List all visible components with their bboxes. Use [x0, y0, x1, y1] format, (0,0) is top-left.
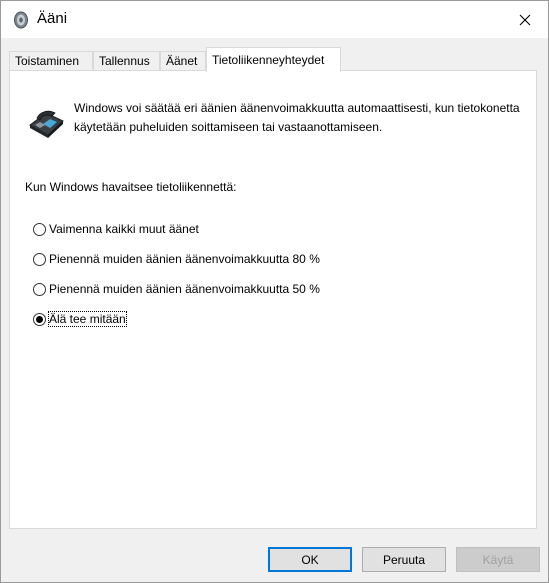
- tab-recording[interactable]: Tallennus: [93, 51, 160, 70]
- option-do-nothing[interactable]: Älä tee mitään: [33, 311, 127, 327]
- dialog-footer: OK Peruuta Käytä: [1, 529, 548, 582]
- option-label: Älä tee mitään: [48, 311, 127, 327]
- sound-dialog: Ääni Toistaminen Tallennus Äänet Tietoli…: [0, 0, 549, 583]
- tab-playback[interactable]: Toistaminen: [9, 51, 93, 70]
- option-label: Pienennä muiden äänien äänenvoimakkuutta…: [49, 252, 320, 266]
- option-reduce-80[interactable]: Pienennä muiden äänien äänenvoimakkuutta…: [33, 251, 320, 267]
- close-icon: [519, 14, 531, 25]
- phone-icon: [29, 110, 64, 138]
- option-reduce-50[interactable]: Pienennä muiden äänien äänenvoimakkuutta…: [33, 281, 320, 297]
- apply-button[interactable]: Käytä: [456, 547, 540, 572]
- option-mute-all[interactable]: Vaimenna kaikki muut äänet: [33, 221, 199, 237]
- ok-button[interactable]: OK: [268, 547, 352, 572]
- option-label: Vaimenna kaikki muut äänet: [49, 222, 199, 236]
- window-title: Ääni: [37, 10, 68, 27]
- radio-button-selected[interactable]: [33, 312, 46, 326]
- cancel-button[interactable]: Peruuta: [362, 547, 446, 572]
- tab-communications[interactable]: Tietoliikenneyhteydet: [206, 47, 341, 72]
- radio-button[interactable]: [33, 282, 46, 296]
- option-label: Pienennä muiden äänien äänenvoimakkuutta…: [49, 282, 320, 296]
- title-bar: Ääni: [1, 1, 548, 38]
- communications-panel: Windows voi säätää eri äänien äänenvoima…: [9, 70, 537, 529]
- communications-description: Windows voi säätää eri äänien äänenvoima…: [74, 101, 520, 134]
- radio-button[interactable]: [33, 252, 46, 266]
- close-button[interactable]: [502, 1, 548, 38]
- radio-button[interactable]: [33, 222, 46, 236]
- tab-sounds[interactable]: Äänet: [160, 51, 206, 70]
- speaker-icon: [14, 11, 28, 29]
- detect-label: Kun Windows havaitsee tietoliikennettä:: [25, 180, 237, 194]
